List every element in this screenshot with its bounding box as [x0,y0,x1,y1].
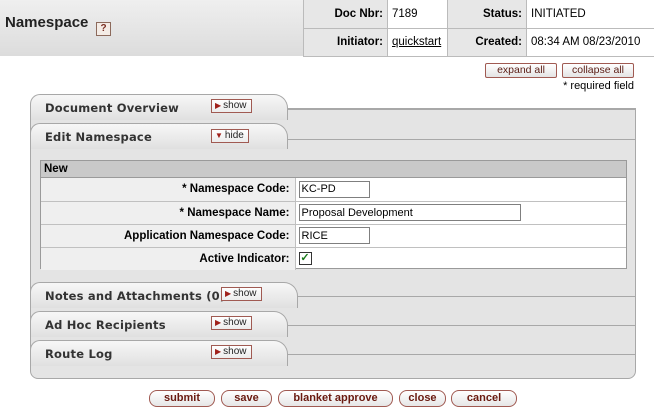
help-icon[interactable]: ? [96,22,111,36]
route-log-toggle-label: show [223,346,247,357]
expand-triangle-icon: ▶ [225,289,232,298]
application-namespace-code-label: Application Namespace Code: [41,224,296,248]
blanket-approve-button[interactable]: blanket approve [278,390,393,407]
notes-show-button[interactable]: ▶ show [221,287,262,301]
document-overview-toggle-label: show [223,100,247,111]
status-value: INITIATED [526,0,654,29]
created-label: Created: [447,28,527,57]
doc-nbr-label: Doc Nbr: [303,0,388,29]
document-info-table: Doc Nbr: 7189 Status: INITIATED Initiato… [303,0,654,57]
form-row: * Namespace Code: [41,178,626,202]
namespace-code-cell [295,178,626,202]
form-row: * Namespace Name: [41,201,626,225]
edit-namespace-hide-button[interactable]: ▼ hide [211,129,249,143]
initiator-link[interactable]: quickstart [392,36,441,48]
tab-divider [298,296,635,297]
document-header: Namespace ? Doc Nbr: 7189 Status: INITIA… [0,0,654,57]
namespace-code-label: * Namespace Code: [41,178,296,202]
required-field-note: * required field [563,80,634,92]
expand-triangle-icon: ▶ [215,318,222,327]
tab-edit-namespace-label: Edit Namespace [45,130,152,144]
expand-triangle-icon: ▶ [215,101,222,110]
doc-nbr-value: 7189 [387,0,448,29]
initiator-label: Initiator: [303,28,388,57]
namespace-form: * Namespace Code: * Namespace Name: Appl… [41,178,626,270]
tab-divider [288,354,635,355]
created-value: 08:34 AM 08/23/2010 [526,28,654,57]
form-row: Application Namespace Code: [41,224,626,248]
application-namespace-code-cell [295,224,626,248]
ad-hoc-show-button[interactable]: ▶ show [211,316,252,330]
active-indicator-label: Active Indicator: [41,247,296,270]
route-log-show-button[interactable]: ▶ show [211,345,252,359]
close-button[interactable]: close [399,390,446,407]
cancel-button[interactable]: cancel [451,390,517,407]
initiator-cell: quickstart [387,28,448,57]
page-title: Namespace [5,14,89,31]
tab-ad-hoc-label: Ad Hoc Recipients [45,318,166,332]
document-overview-show-button[interactable]: ▶ show [211,99,252,113]
namespace-name-cell [295,201,626,225]
tab-document-overview-label: Document Overview [45,101,179,115]
active-indicator-checkbox[interactable]: ✓ [298,252,312,266]
notes-toggle-label: show [233,288,257,299]
collapse-all-button[interactable]: collapse all [562,63,634,78]
edit-namespace-toggle-label: hide [224,130,244,141]
tab-route-log-label: Route Log [45,347,113,361]
submit-button[interactable]: submit [149,390,215,407]
new-section-header: New [41,161,626,178]
tab-divider [288,139,635,140]
tab-edit-namespace: Edit Namespace [30,123,288,149]
status-label: Status: [447,0,527,29]
expand-all-button[interactable]: expand all [485,63,557,78]
save-button[interactable]: save [221,390,272,407]
tab-notes-label: Notes and Attachments (0) [45,289,226,303]
expand-triangle-icon: ▶ [215,347,222,356]
namespace-code-input[interactable] [298,180,370,198]
namespace-name-input[interactable] [298,204,521,221]
namespace-name-label: * Namespace Name: [41,201,296,225]
application-namespace-code-input[interactable] [298,227,370,244]
ad-hoc-toggle-label: show [223,317,247,328]
collapse-triangle-icon: ▼ [215,131,223,140]
active-indicator-cell: ✓ [295,247,626,270]
form-row: Active Indicator: ✓ [41,247,626,270]
tab-divider [288,109,635,110]
edit-namespace-section: New * Namespace Code: * Namespace Name: … [40,160,627,270]
tab-divider [288,325,635,326]
